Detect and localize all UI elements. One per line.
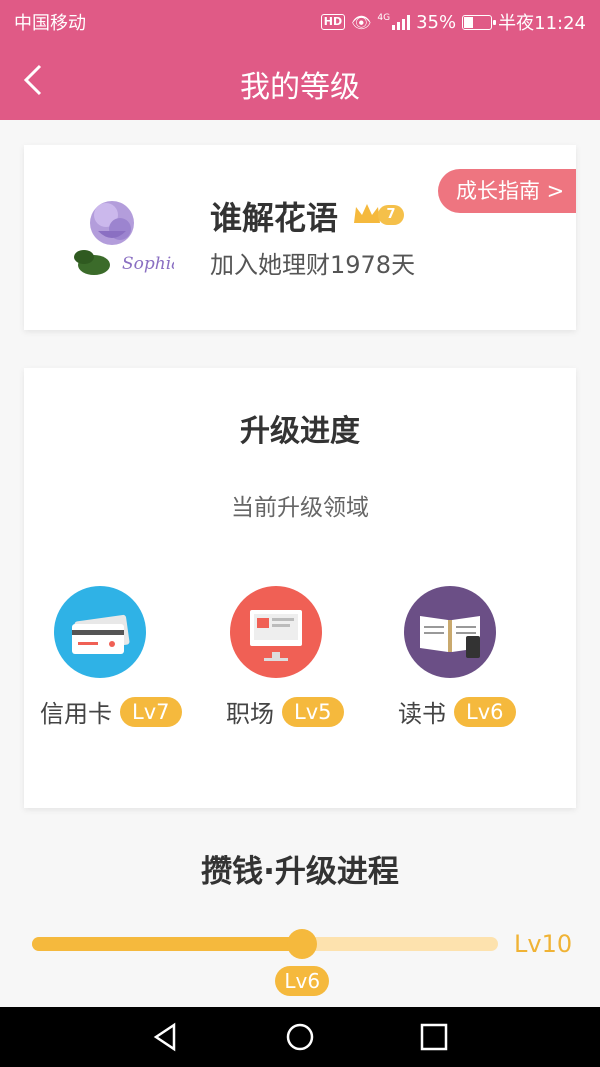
battery-percent: 35% <box>416 11 457 33</box>
savings-journey-title: 攒钱·升级进程 <box>201 854 399 890</box>
level-progress-track <box>32 937 498 951</box>
joined-days: 加入她理财1978天 <box>210 251 416 279</box>
hd-icon: HD <box>320 14 346 30</box>
avatar-signature: Sophia <box>122 254 174 274</box>
level-badge: Lv5 <box>282 696 344 727</box>
username: 谁解花语 <box>210 199 339 237</box>
level-progress-fill <box>32 937 303 951</box>
field-label: 读书 Lv6 <box>398 694 516 729</box>
field-label: 职场 Lv5 <box>226 694 344 729</box>
status-icons: HD 👁︎ 4G 35% 半夜11:24 <box>320 9 586 35</box>
signal-icon: 4G <box>377 13 411 30</box>
avatar[interactable]: Sophia <box>64 185 174 295</box>
field-label: 信用卡 Lv7 <box>40 694 182 729</box>
current-level-badge: Lv6 <box>275 966 330 996</box>
field-name: 职场 <box>226 700 274 728</box>
profile-card: Sophia 谁解花语 7 加入她理财1978天 成长指南 > <box>24 145 576 330</box>
nav-bar: 我的等级 <box>0 40 600 120</box>
credit-card-icon <box>54 586 146 678</box>
growth-guide-button[interactable]: 成长指南 > <box>438 169 576 213</box>
back-triangle-icon[interactable] <box>150 1021 182 1053</box>
section-title: 升级进度 <box>240 414 360 449</box>
section-subtitle: 当前升级领域 <box>231 495 369 521</box>
battery-icon <box>462 14 497 30</box>
level-badge: Lv7 <box>120 696 182 727</box>
level-badge: Lv6 <box>454 696 516 727</box>
field-name: 读书 <box>398 700 446 728</box>
field-workplace[interactable]: 职场 Lv5 <box>216 586 396 729</box>
max-level-label: Lv10 <box>514 930 573 958</box>
recent-apps-square-icon[interactable] <box>418 1021 450 1053</box>
clock: 半夜11:24 <box>498 13 586 34</box>
upgrade-progress-card: 升级进度 当前升级领域 信用卡 Lv7 职场 Lv5 读书 Lv6 <box>24 368 576 808</box>
status-bar: 中国移动 HD 👁︎ 4G 35% 半夜11:24 <box>0 0 600 40</box>
open-book-icon <box>404 586 496 678</box>
page-title: 我的等级 <box>240 70 360 105</box>
computer-monitor-icon <box>230 586 322 678</box>
eye-comfort-icon: 👁︎ <box>351 12 372 32</box>
crown-level: 7 <box>378 205 404 225</box>
field-reading[interactable]: 读书 Lv6 <box>390 586 570 729</box>
system-nav-bar <box>0 1007 600 1067</box>
carrier-name: 中国移动 <box>14 13 86 34</box>
home-circle-icon[interactable] <box>284 1021 316 1053</box>
network-type: 4G <box>377 13 391 23</box>
field-name: 信用卡 <box>40 700 112 728</box>
field-credit-card[interactable]: 信用卡 Lv7 <box>40 586 220 729</box>
crown-level-badge: 7 <box>352 199 406 229</box>
progress-knob[interactable] <box>287 929 318 959</box>
